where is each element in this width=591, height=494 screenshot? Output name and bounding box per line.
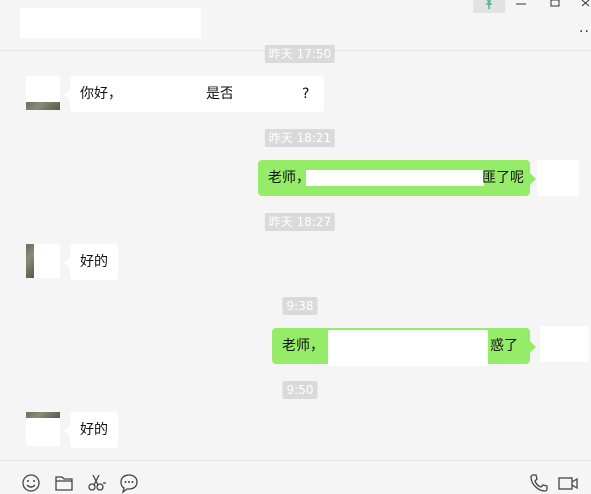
minimize-icon[interactable]: [514, 0, 528, 14]
chat-history-icon[interactable]: [118, 472, 140, 494]
video-call-icon[interactable]: [557, 472, 579, 494]
chat-header: ··: [0, 0, 591, 51]
avatar[interactable]: [26, 412, 60, 446]
message-bubble[interactable]: 老师， 惑了: [272, 328, 536, 366]
message-text: 好的: [80, 422, 108, 438]
scissors-icon[interactable]: [86, 472, 108, 494]
chat-title: [20, 8, 201, 38]
timestamp: 9:38: [282, 297, 318, 315]
folder-icon[interactable]: [53, 472, 75, 494]
emoji-icon[interactable]: [20, 472, 42, 494]
maximize-icon[interactable]: [548, 0, 562, 14]
message-text: 惑了: [490, 338, 518, 354]
message-text: 好的: [80, 254, 108, 270]
message-bubble[interactable]: 好的: [64, 412, 118, 448]
redacted-region: [328, 330, 488, 366]
redacted-region: [120, 84, 200, 106]
message-bubble[interactable]: 老师， 匪了呢: [258, 160, 536, 196]
phone-icon[interactable]: [528, 472, 550, 494]
avatar[interactable]: [26, 76, 60, 110]
timestamp: 昨天 17:50: [264, 45, 336, 63]
message-text: 匪了呢: [482, 170, 524, 186]
message-text: 老师，: [268, 170, 310, 186]
message-text: 老师，: [282, 338, 324, 354]
message-bubble[interactable]: 好的: [64, 244, 118, 280]
more-options-icon[interactable]: ··: [579, 24, 590, 40]
pin-button[interactable]: [473, 0, 505, 13]
my-avatar[interactable]: [540, 326, 589, 362]
avatar[interactable]: [26, 244, 60, 278]
my-avatar[interactable]: [537, 160, 579, 196]
timestamp: 昨天 18:21: [264, 129, 336, 147]
close-icon[interactable]: [580, 0, 591, 14]
redacted-region: [232, 84, 300, 106]
pin-icon: [486, 0, 492, 9]
timestamp: 9:50: [282, 381, 318, 399]
timestamp: 昨天 18:27: [264, 213, 336, 231]
redacted-region: [306, 170, 484, 186]
message-text: 你好，: [80, 86, 122, 102]
message-text: ?: [302, 86, 310, 102]
message-bubble[interactable]: 你好， 是否你 ?: [64, 76, 324, 112]
input-toolbar: [0, 460, 591, 494]
